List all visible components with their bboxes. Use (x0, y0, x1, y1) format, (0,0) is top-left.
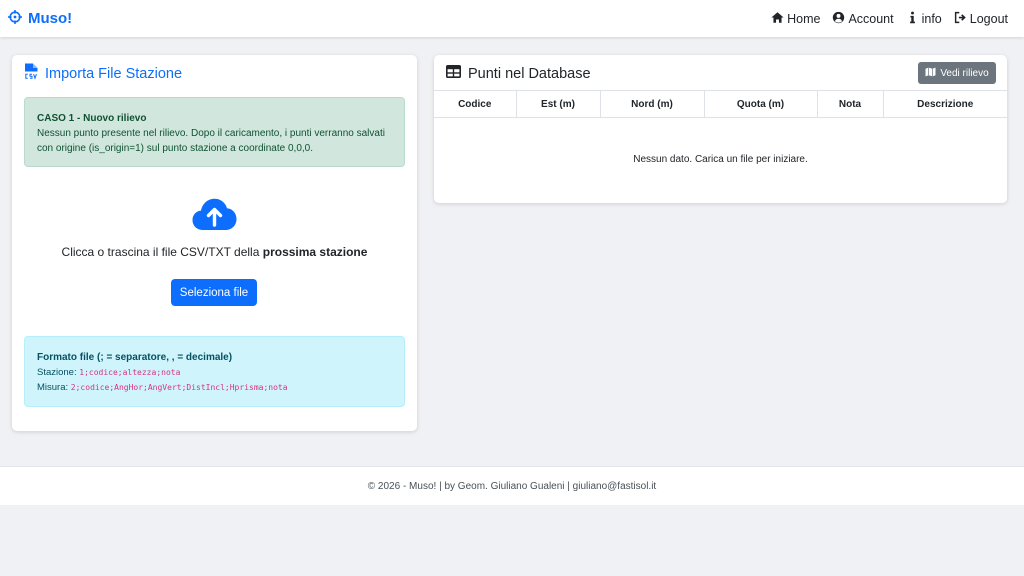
measure-label: Misura: (37, 382, 71, 393)
points-table: Codice Est (m) Nord (m) Quota (m) Nota D… (434, 90, 1007, 202)
import-title-text: Importa File Stazione (45, 65, 183, 82)
table-icon (446, 65, 461, 82)
format-alert: Formato file (; = separatore, , = decima… (24, 336, 405, 407)
case-alert-text: Nessun punto presente nel rilievo. Dopo … (37, 128, 385, 154)
view-survey-label: Vedi rilievo (940, 67, 989, 79)
database-card: Punti nel Database Vedi rilievo Codice E… (434, 55, 1007, 203)
nav-link-info[interactable]: info (906, 11, 942, 27)
import-card: Importa File Stazione CASO 1 - Nuovo ril… (12, 55, 417, 431)
upload-text-prefix: Clicca o trascina il file CSV/TXT della (61, 245, 263, 259)
format-alert-title: Formato file (; = separatore, , = decima… (37, 352, 233, 363)
nav-link-home[interactable]: Home (771, 11, 820, 27)
table-header-row: Codice Est (m) Nord (m) Quota (m) Nota D… (434, 90, 1007, 118)
nav-link-label: Home (787, 11, 821, 26)
nav-links: Home Account info Logout (771, 11, 1016, 27)
home-icon (771, 11, 784, 27)
brand[interactable]: Muso! (8, 9, 73, 28)
column-header[interactable]: Descrizione (882, 90, 1007, 118)
nav-link-label: Account (848, 11, 894, 26)
info-icon (906, 11, 919, 27)
brand-name: Muso! (28, 10, 73, 27)
upload-instructions: Clicca o trascina il file CSV/TXT della … (12, 245, 417, 259)
import-card-title: Importa File Stazione (24, 63, 182, 84)
column-header[interactable]: Nord (m) (599, 90, 704, 118)
select-file-button[interactable]: Seleziona file (171, 279, 257, 306)
csv-file-icon (24, 63, 39, 84)
column-header[interactable]: Nota (816, 90, 883, 118)
view-survey-button[interactable]: Vedi rilievo (918, 62, 996, 84)
cloud-upload-icon[interactable] (192, 198, 237, 231)
user-circle-icon (832, 11, 845, 27)
case-alert: CASO 1 - Nuovo rilievo Nessun punto pres… (24, 97, 405, 167)
upload-text-bold: prossima stazione (262, 245, 368, 259)
table-row: Nessun dato. Carica un file per iniziare… (434, 118, 1007, 202)
navbar: Muso! Home Account info Logout (0, 0, 1024, 37)
nav-link-label: info (921, 11, 942, 26)
station-label: Stazione: (37, 367, 80, 378)
database-title-text: Punti nel Database (468, 65, 591, 82)
crosshair-icon (8, 9, 22, 28)
nav-link-account[interactable]: Account (832, 11, 894, 27)
footer: © 2026 - Muso! | by Geom. Giuliano Guale… (0, 466, 1024, 505)
case-alert-title: CASO 1 - Nuovo rilievo (37, 113, 147, 124)
map-icon (925, 67, 936, 80)
measure-code: 2;codice;AngHor;AngVert;DistIncl;Hprisma… (70, 383, 288, 392)
column-header[interactable]: Codice (434, 90, 516, 118)
database-card-title: Punti nel Database (446, 65, 591, 82)
column-header[interactable]: Quota (m) (703, 90, 817, 118)
nav-link-logout[interactable]: Logout (954, 11, 1008, 27)
nav-link-label: Logout (969, 11, 1008, 26)
format-measure-line: Misura: 2;codice;AngHor;AngVert;DistIncl… (37, 380, 392, 395)
station-code: 1;codice;altezza;nota (79, 368, 181, 377)
footer-text: © 2026 - Muso! | by Geom. Giuliano Guale… (367, 480, 657, 492)
logout-icon (954, 11, 967, 27)
column-header[interactable]: Est (m) (515, 90, 600, 118)
format-station-line: Stazione: 1;codice;altezza;nota (37, 365, 392, 380)
empty-table-message: Nessun dato. Carica un file per iniziare… (633, 154, 808, 166)
